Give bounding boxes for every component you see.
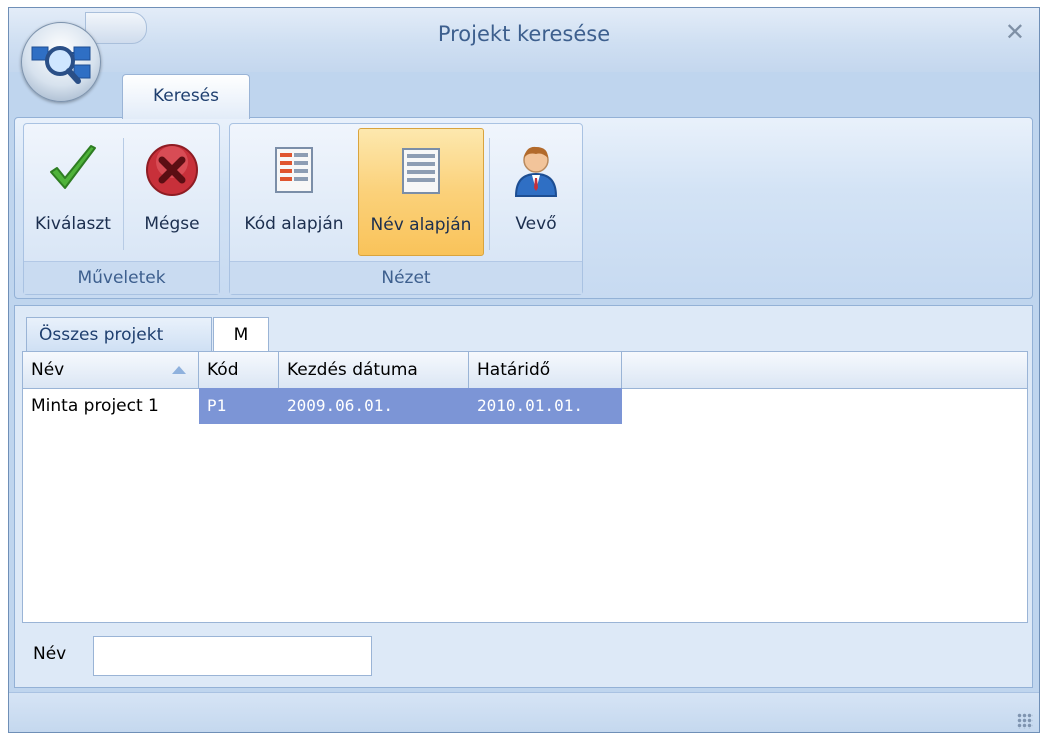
cancel-button-label: Mégse	[144, 214, 200, 234]
application-menu-button[interactable]	[21, 22, 101, 102]
customer-button-label: Vevő	[515, 214, 557, 234]
cell-start-date[interactable]: 2009.06.01.	[279, 388, 469, 424]
table-row[interactable]: Minta project 1 P1 2009.06.01. 2010.01.0…	[23, 388, 1027, 424]
column-header-kezdes-datuma[interactable]: Kezdés dátuma	[279, 352, 469, 388]
close-icon: ✕	[1004, 18, 1025, 46]
view-by-code-label: Kód alapján	[244, 214, 344, 234]
view-by-name-button[interactable]: Név alapján	[358, 128, 484, 256]
separator	[489, 138, 490, 250]
customer-button[interactable]: Vevő	[494, 128, 578, 256]
cell-deadline[interactable]: 2010.01.01.	[469, 388, 622, 424]
ribbon-tab-kereses[interactable]: Keresés	[122, 74, 250, 119]
column-header-nev[interactable]: Név	[23, 352, 199, 388]
project-grid: Név Kód Kezdés dátuma Határidő Minta pro…	[22, 351, 1028, 623]
filter-label: Név	[33, 644, 67, 664]
content-panel: Összes projekt M Név Kód Kezdés dátuma H…	[14, 305, 1033, 688]
ribbon-group-muveletek: Kiválaszt Mégse Műveletek	[23, 123, 220, 295]
select-button[interactable]: Kiválaszt	[28, 128, 118, 256]
group-label-nezet: Nézet	[230, 261, 582, 294]
column-header-hatarido[interactable]: Határidő	[469, 352, 622, 388]
cancel-button[interactable]: Mégse	[128, 128, 216, 256]
list-name-icon	[402, 148, 440, 194]
grid-header: Név Kód Kezdés dátuma Határidő	[23, 352, 1027, 389]
project-search-icon	[31, 46, 91, 84]
tab-m[interactable]: M	[213, 317, 269, 351]
cell-name[interactable]: Minta project 1	[23, 388, 199, 424]
sort-ascending-icon	[172, 366, 186, 374]
customer-person-icon	[514, 146, 558, 197]
resize-grip-icon[interactable]	[1017, 713, 1033, 729]
ribbon-group-nezet: Kód alapján Név alapján Vevő Nézet	[229, 123, 583, 295]
tab-osszes-projekt[interactable]: Összes projekt	[26, 317, 212, 351]
view-by-name-label: Név alapján	[370, 215, 472, 235]
filter-bar: Név	[15, 624, 1032, 684]
column-header-label: Név	[31, 360, 65, 380]
checkmark-icon	[50, 145, 96, 189]
cancel-icon	[146, 144, 198, 196]
cell-code[interactable]: P1	[199, 388, 279, 424]
group-label-muveletek: Műveletek	[24, 261, 219, 294]
separator	[123, 138, 124, 250]
view-by-code-button[interactable]: Kód alapján	[234, 128, 354, 256]
ribbon-panel: Kiválaszt Mégse Műveletek Kód alapján Né…	[14, 117, 1033, 299]
column-header-kod[interactable]: Kód	[199, 352, 279, 388]
window-title: Projekt keresése	[437, 22, 611, 46]
name-filter-input[interactable]	[93, 636, 372, 676]
status-bar	[9, 692, 1039, 732]
list-code-icon	[275, 147, 313, 193]
close-button[interactable]: ✕	[1005, 18, 1025, 46]
select-button-label: Kiválaszt	[35, 214, 111, 234]
project-search-window: Projekt keresése ✕ Keresés Kiválaszt Még…	[8, 7, 1040, 733]
title-bar: Projekt keresése ✕	[9, 8, 1039, 72]
